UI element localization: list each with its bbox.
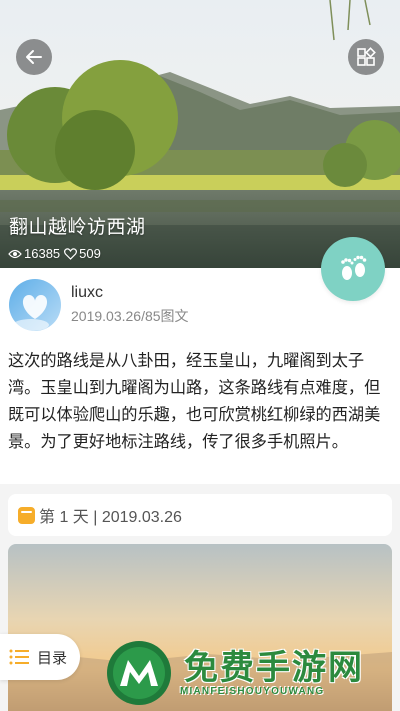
intro-text: 这次的路线是从八卦田，经玉皇山，九曜阁到太子湾。玉皇山到九曜阁为山路，这条路线有… — [8, 352, 381, 451]
list-icon — [9, 649, 29, 665]
day-header: 第 1 天 | 2019.03.26 — [8, 494, 392, 536]
avatar[interactable] — [9, 279, 61, 331]
toc-button[interactable]: 目录 — [0, 634, 80, 680]
hero-banner: 翻山越岭访西湖 16385 509 — [0, 0, 400, 268]
watermark: 免费手游网 MIANFEISHOUYOUWANG — [104, 638, 396, 708]
avatar-image — [9, 279, 61, 331]
watermark-title: 免费手游网 — [184, 649, 364, 687]
footprints-icon — [341, 255, 367, 280]
page-title: 翻山越岭访西湖 — [9, 217, 146, 238]
screen: 翻山越岭访西湖 16385 509 liuxc 2019.03.26/85图文 … — [0, 0, 400, 711]
grid-apps-icon — [357, 47, 376, 66]
calendar-note-icon — [18, 506, 35, 524]
arrow-left-icon — [26, 50, 42, 64]
like-count[interactable]: 509 — [64, 246, 101, 261]
hero-stats: 16385 509 — [8, 246, 101, 261]
watermark-logo-icon — [107, 641, 171, 705]
watermark-subtitle: MIANFEISHOUYOUWANG — [180, 686, 325, 697]
footprint-button[interactable] — [321, 237, 385, 301]
like-count-value: 509 — [79, 246, 101, 261]
back-button[interactable] — [16, 39, 52, 75]
article-card: liuxc 2019.03.26/85图文 这次的路线是从八卦田，经玉皇山，九曜… — [0, 268, 400, 484]
heart-icon — [64, 247, 78, 260]
author-meta: 2019.03.26/85图文 — [71, 308, 189, 324]
author-name[interactable]: liuxc — [71, 284, 103, 302]
toc-label: 目录 — [37, 649, 68, 667]
grid-menu-button[interactable] — [348, 39, 384, 75]
view-count: 16385 — [8, 246, 60, 261]
day-label: 第 1 天 | 2019.03.26 — [39, 509, 182, 526]
eye-icon — [8, 249, 22, 258]
view-count-value: 16385 — [24, 246, 61, 261]
